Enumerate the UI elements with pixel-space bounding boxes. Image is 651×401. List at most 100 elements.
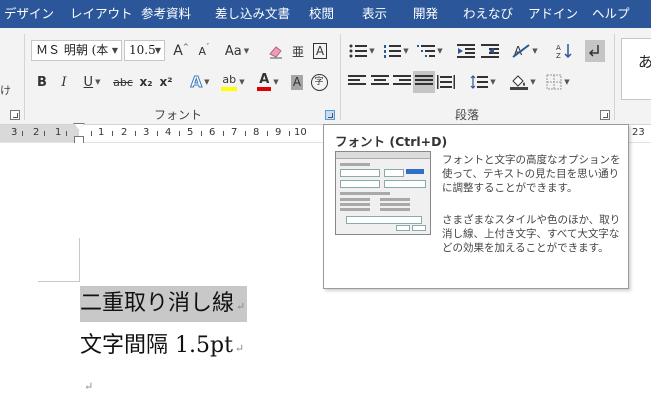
superscript-button[interactable]: x² <box>157 71 175 93</box>
decrease-indent-button[interactable] <box>455 40 477 62</box>
tab-review[interactable]: 校閲 <box>309 0 334 28</box>
bullets-button[interactable]: ▼ <box>347 40 377 62</box>
font-size-value: 10.5 <box>129 43 156 57</box>
distributed-button[interactable] <box>436 71 456 93</box>
thumbnail-row <box>340 208 370 211</box>
numbering-button[interactable]: ▼ <box>381 40 411 62</box>
chevron-down-icon: ▼ <box>239 78 245 86</box>
thumbnail-row <box>340 163 370 166</box>
tab-developer[interactable]: 開発 <box>413 0 438 28</box>
justify-button[interactable] <box>413 71 435 93</box>
ruler-number: 9 <box>275 127 282 138</box>
paragraph-mark-icon: ↵ <box>84 380 94 393</box>
asian-layout-button[interactable]: A ▼ <box>510 40 540 62</box>
sort-button[interactable]: A Z <box>553 40 575 62</box>
thumbnail-row <box>380 198 410 201</box>
ruler-number: 2 <box>121 127 128 138</box>
shading-button[interactable]: ▼ <box>508 71 538 93</box>
line-spacing-button[interactable]: ▼ <box>468 71 498 93</box>
underline-button[interactable]: U ▼ <box>78 71 106 93</box>
group-separator <box>614 34 615 120</box>
clipboard-launcher-icon[interactable] <box>10 110 20 120</box>
ruler-tick <box>135 131 136 136</box>
caret-up-icon: ^ <box>182 43 189 51</box>
tab-view[interactable]: 表示 <box>362 0 387 28</box>
ruler-number: 23 <box>632 127 645 138</box>
phonetic-guide-button[interactable]: 亜 <box>288 40 308 62</box>
chevron-down-icon: ▼ <box>204 78 210 86</box>
document-text[interactable]: 文字間隔 1.5pt <box>80 333 233 358</box>
chevron-down-icon: ▼ <box>564 78 570 86</box>
font-size-combo[interactable]: 10.5 ▼ <box>124 40 165 61</box>
font-name-combo[interactable]: ＭＳ 明朝 (本 ▼ <box>31 40 122 61</box>
ruler-tick <box>91 131 92 136</box>
caret-down-icon: ˇ <box>206 43 210 51</box>
thumbnail-selection <box>406 169 424 174</box>
ruler-number: 1 <box>98 127 105 138</box>
ruler-number: 3 <box>11 127 18 138</box>
highlighter-icon: ab <box>221 74 238 91</box>
chevron-down-icon: ▼ <box>154 46 161 55</box>
bold-icon: B <box>37 74 47 90</box>
tab-waenavi[interactable]: わえなび <box>463 0 513 28</box>
strikethrough-icon: abc <box>113 75 133 89</box>
font-color-button[interactable]: A ▼ <box>254 71 282 93</box>
chevron-down-icon: ▼ <box>111 46 118 55</box>
ruler-number: 7 <box>231 127 238 138</box>
ruler-tick <box>289 131 290 136</box>
bold-button[interactable]: B <box>33 71 51 93</box>
chevron-down-icon: ▼ <box>243 47 250 55</box>
align-right-icon <box>393 75 411 89</box>
document-text[interactable]: 二重取り消し線 <box>80 291 234 316</box>
tab-references[interactable]: 参考資料 <box>141 0 191 28</box>
align-right-button[interactable] <box>392 71 412 93</box>
multilevel-list-button[interactable]: ▼ <box>415 40 445 62</box>
tab-addins[interactable]: アドイン <box>528 0 578 28</box>
increase-indent-button[interactable] <box>479 40 501 62</box>
subscript-button[interactable]: x₂ <box>137 71 155 93</box>
distributed-align-icon <box>437 75 455 89</box>
align-left-button[interactable] <box>347 71 367 93</box>
shrink-font-button[interactable]: Aˇ <box>195 40 213 62</box>
ruler-number: 10 <box>294 127 307 138</box>
change-case-button[interactable]: Aa ▼ <box>222 40 252 62</box>
show-formatting-marks-button[interactable] <box>585 40 605 62</box>
crop-mark <box>38 281 80 282</box>
character-border-button[interactable]: A <box>311 40 329 62</box>
eraser-icon <box>269 46 282 59</box>
character-shading-button[interactable]: A <box>289 71 305 93</box>
empty-paragraph[interactable]: ↵ <box>84 380 93 393</box>
document-line-selected[interactable]: 二重取り消し線 ↵ <box>80 286 248 322</box>
align-center-button[interactable] <box>370 71 390 93</box>
paragraph-group-label: 段落 <box>455 108 480 122</box>
increase-indent-icon <box>481 44 499 58</box>
enclose-characters-button[interactable]: 字 <box>309 71 329 93</box>
text-effects-button[interactable]: A ▼ <box>186 71 214 93</box>
ruler-tick <box>112 131 113 136</box>
group-separator <box>24 34 25 120</box>
chevron-down-icon: ▼ <box>273 78 279 86</box>
strikethrough-button[interactable]: abc <box>111 71 135 93</box>
tab-help[interactable]: ヘルプ <box>592 0 630 28</box>
tab-mailings[interactable]: 差し込み文書 <box>215 0 290 28</box>
thumbnail-preview <box>346 216 422 224</box>
grow-font-button[interactable]: A ^ <box>171 40 191 62</box>
font-dialog-launcher-icon[interactable] <box>325 110 335 120</box>
align-center-icon <box>371 75 389 89</box>
paragraph-mark-icon: ↵ <box>236 300 246 313</box>
paragraph-dialog-launcher-icon[interactable] <box>600 110 610 120</box>
tab-design[interactable]: デザイン <box>4 0 54 28</box>
style-gallery-preview[interactable]: あ <box>621 38 651 100</box>
tab-layout[interactable]: レイアウト <box>70 0 133 28</box>
italic-button[interactable]: I <box>55 71 73 93</box>
highlight-color-button[interactable]: ab ▼ <box>218 71 248 93</box>
phonetic-guide-icon: 亜 <box>291 44 304 59</box>
borders-button[interactable]: ▼ <box>543 71 573 93</box>
font-dialog-tooltip: フォント (Ctrl+D) フォントと文字の高度なオプションを使って、テキストの… <box>323 124 629 289</box>
clear-formatting-button[interactable] <box>266 40 286 62</box>
superscript-icon: x² <box>159 75 173 89</box>
paragraph-mark-icon: ↵ <box>234 342 245 355</box>
tooltip-title: フォント (Ctrl+D) <box>335 134 448 149</box>
chevron-down-icon: ▼ <box>403 47 409 55</box>
document-line[interactable]: 文字間隔 1.5pt ↵ <box>80 331 244 364</box>
